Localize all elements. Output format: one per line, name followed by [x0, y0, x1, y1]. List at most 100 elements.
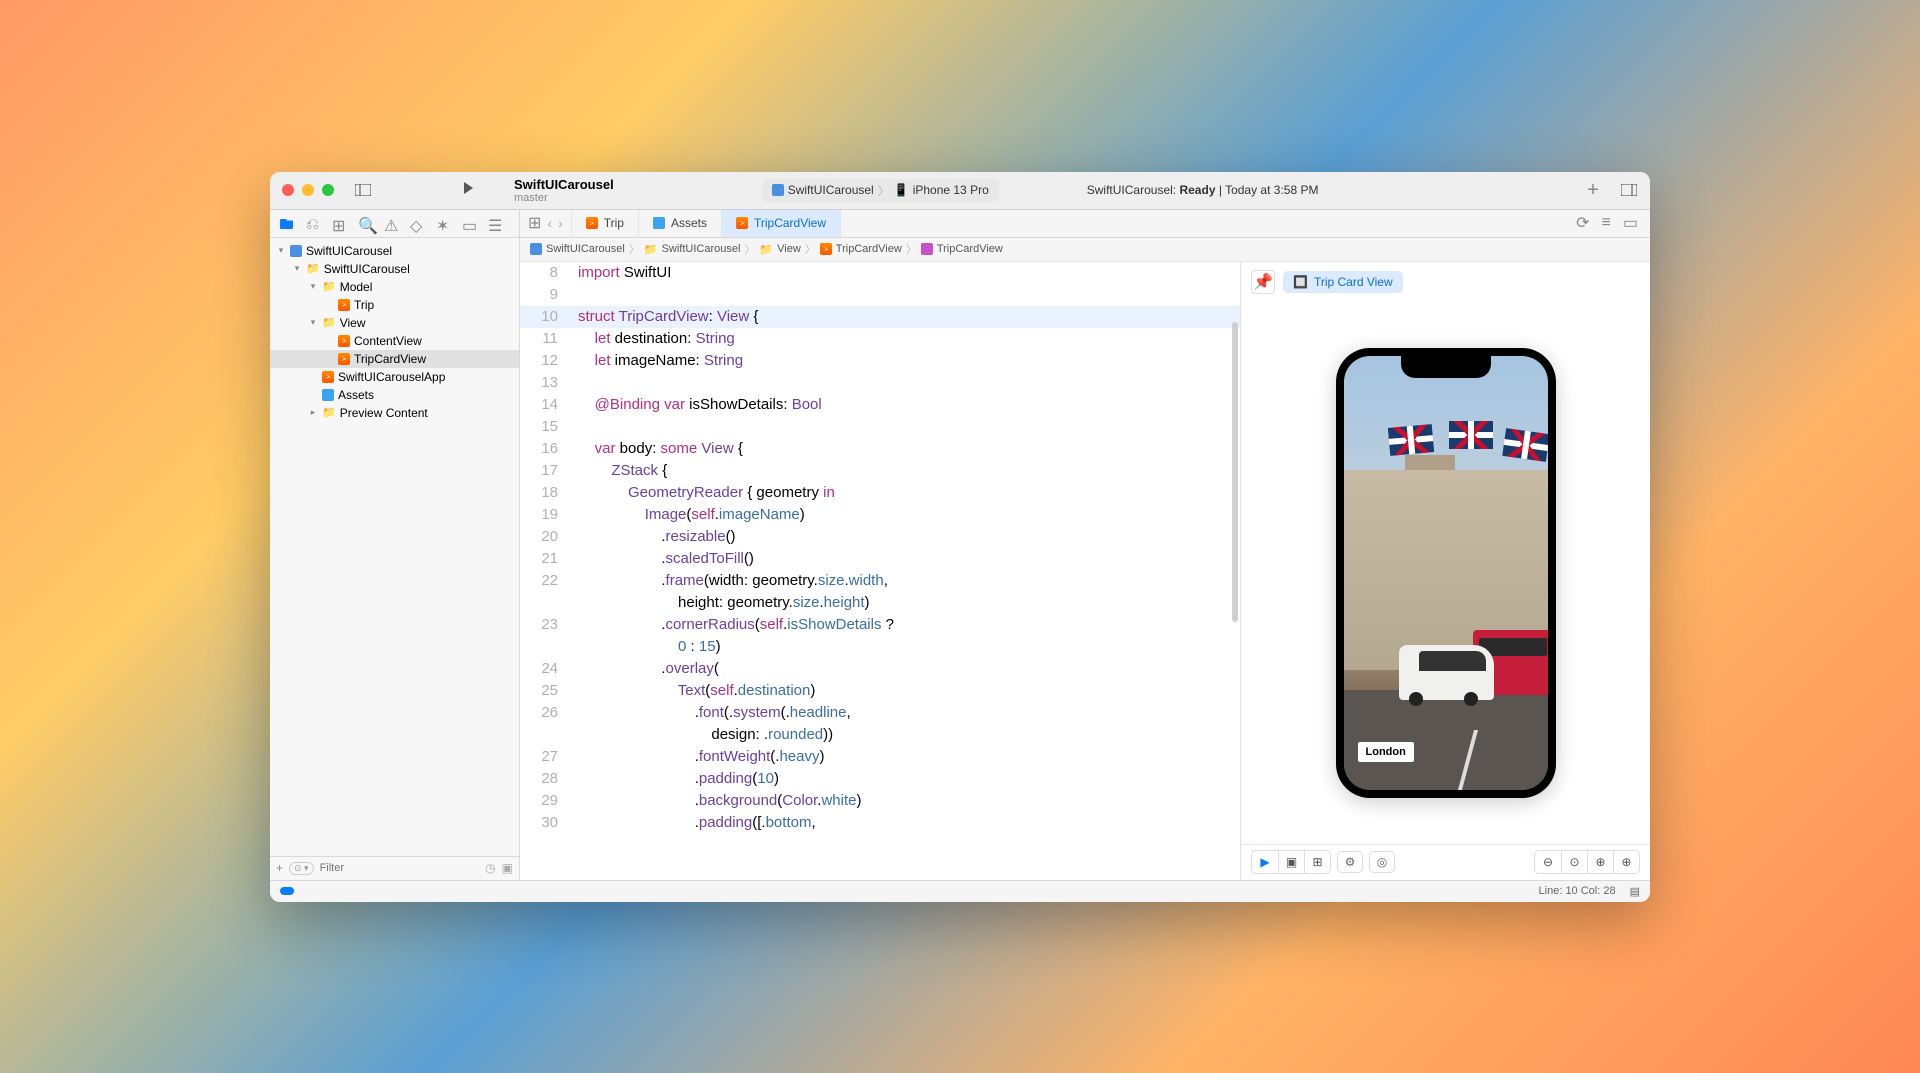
code-content[interactable]: var body: some View {	[570, 438, 743, 460]
live-preview-button[interactable]: ▶	[1252, 851, 1278, 873]
zoom-in-button[interactable]: ⊕	[1613, 851, 1639, 873]
breadcrumb-item[interactable]: View	[777, 243, 801, 255]
tree-item[interactable]: TripCardView	[270, 350, 519, 368]
breadcrumb-item[interactable]: TripCardView	[836, 243, 902, 255]
nav-forward-icon[interactable]: ›	[558, 215, 563, 231]
recent-files-icon[interactable]: ◷	[485, 861, 495, 875]
code-editor[interactable]: 8import SwiftUI910struct TripCardView: V…	[520, 262, 1240, 880]
code-content[interactable]: .fontWeight(.heavy)	[570, 746, 825, 768]
scm-filter-icon[interactable]: ▣	[502, 861, 513, 875]
project-navigator-icon[interactable]	[280, 216, 294, 230]
code-line[interactable]: 20 .resizable()	[520, 526, 1240, 548]
code-line[interactable]: 12 let imageName: String	[520, 350, 1240, 372]
editor-layout-icon[interactable]: ▭	[1623, 213, 1638, 233]
code-line[interactable]: 13	[520, 372, 1240, 394]
code-content[interactable]: .frame(width: geometry.size.width,	[570, 570, 888, 592]
disclosure-icon[interactable]: ▸	[308, 407, 318, 418]
test-navigator-icon[interactable]: ◇	[410, 216, 424, 230]
tree-item[interactable]: Assets	[270, 386, 519, 404]
code-line[interactable]: 25 Text(self.destination)	[520, 680, 1240, 702]
preview-chip[interactable]: 🔲 Trip Card View	[1283, 271, 1403, 293]
code-line[interactable]: 11 let destination: String	[520, 328, 1240, 350]
code-line[interactable]: 24 .overlay(	[520, 658, 1240, 680]
code-content[interactable]: Text(self.destination)	[570, 680, 815, 702]
code-content[interactable]: height: geometry.size.height)	[570, 592, 870, 614]
editor-tab[interactable]: Assets	[639, 210, 722, 237]
breadcrumb[interactable]: SwiftUICarousel 〉 📁 SwiftUICarousel 〉 📁 …	[520, 238, 1650, 262]
zoom-out-button[interactable]: ⊖	[1535, 851, 1561, 873]
preview-canvas[interactable]: London	[1241, 302, 1650, 844]
code-content[interactable]	[570, 416, 595, 438]
editor-adjust-icon[interactable]: ≡	[1602, 214, 1611, 232]
code-line[interactable]: 19 Image(self.imageName)	[520, 504, 1240, 526]
code-content[interactable]: Image(self.imageName)	[570, 504, 805, 526]
minimize-window-button[interactable]	[302, 184, 314, 196]
tree-item[interactable]: ▾📁Model	[270, 278, 519, 296]
tree-item[interactable]: Trip	[270, 296, 519, 314]
debug-navigator-icon[interactable]: ✶	[436, 216, 450, 230]
code-line[interactable]: 14 @Binding var isShowDetails: Bool	[520, 394, 1240, 416]
code-content[interactable]	[570, 284, 578, 306]
code-content[interactable]: .padding(10)	[570, 768, 779, 790]
code-line[interactable]: 28 .padding(10)	[520, 768, 1240, 790]
code-line[interactable]: 17 ZStack {	[520, 460, 1240, 482]
disclosure-icon[interactable]: ▾	[308, 281, 318, 292]
tree-item[interactable]: ▸📁Preview Content	[270, 404, 519, 422]
zoom-window-button[interactable]	[322, 184, 334, 196]
code-line[interactable]: 26 .font(.system(.headline,	[520, 702, 1240, 724]
pin-preview-button[interactable]: 📌	[1251, 270, 1275, 294]
editor-refresh-icon[interactable]: ⟳	[1576, 213, 1589, 233]
disclosure-icon[interactable]: ▾	[308, 317, 318, 328]
zoom-actual-button[interactable]: ⊕	[1587, 851, 1613, 873]
code-content[interactable]: .scaledToFill()	[570, 548, 754, 570]
minimap-toggle-icon[interactable]: ▤	[1630, 885, 1640, 898]
code-content[interactable]: 0 : 15)	[570, 636, 721, 658]
zoom-fit-button[interactable]: ⊙	[1561, 851, 1587, 873]
code-content[interactable]: .padding([.bottom,	[570, 812, 816, 834]
navigator-tree[interactable]: ▾ SwiftUICarousel ▾📁SwiftUICarousel▾📁Mod…	[270, 238, 519, 856]
variant-preview-button[interactable]: ⊞	[1304, 851, 1330, 873]
code-content[interactable]: GeometryReader { geometry in	[570, 482, 835, 504]
preview-settings-button[interactable]: ◎	[1369, 851, 1395, 873]
tree-root[interactable]: ▾ SwiftUICarousel	[270, 242, 519, 260]
sidebar-toggle-icon[interactable]	[354, 181, 372, 199]
code-content[interactable]: let imageName: String	[570, 350, 743, 372]
code-line[interactable]: height: geometry.size.height)	[520, 592, 1240, 614]
breadcrumb-item[interactable]: TripCardView	[937, 243, 1003, 255]
tree-item[interactable]: ▾📁View	[270, 314, 519, 332]
source-control-icon[interactable]: ⎌	[306, 216, 320, 230]
code-content[interactable]: .background(Color.white)	[570, 790, 862, 812]
code-line[interactable]: 15	[520, 416, 1240, 438]
device-settings-button[interactable]: ⚙	[1337, 851, 1363, 873]
code-line[interactable]: 9	[520, 284, 1240, 306]
scheme-selector[interactable]: SwiftUICarousel 〉 📱 iPhone 13 Pro	[762, 179, 999, 202]
close-window-button[interactable]	[282, 184, 294, 196]
tree-item[interactable]: ContentView	[270, 332, 519, 350]
navigator-filter-input[interactable]	[320, 862, 480, 874]
code-line[interactable]: 8import SwiftUI	[520, 262, 1240, 284]
breadcrumb-item[interactable]: SwiftUICarousel	[546, 243, 625, 255]
library-icon[interactable]	[1620, 181, 1638, 199]
symbol-navigator-icon[interactable]: ⊞	[332, 216, 346, 230]
code-line[interactable]: 29 .background(Color.white)	[520, 790, 1240, 812]
filter-scope-pill[interactable]: ⊙ ▾	[289, 862, 314, 875]
code-line[interactable]: 16 var body: some View {	[520, 438, 1240, 460]
find-navigator-icon[interactable]: 🔍	[358, 216, 372, 230]
add-file-icon[interactable]: +	[276, 861, 283, 875]
code-content[interactable]: struct TripCardView: View {	[570, 306, 758, 328]
code-content[interactable]: let destination: String	[570, 328, 735, 350]
issue-navigator-icon[interactable]: ⚠	[384, 216, 398, 230]
report-navigator-icon[interactable]: ☰	[488, 216, 502, 230]
code-content[interactable]: .resizable()	[570, 526, 736, 548]
code-line[interactable]: 30 .padding([.bottom,	[520, 812, 1240, 834]
run-button[interactable]	[460, 180, 476, 201]
code-line[interactable]: 10struct TripCardView: View {	[520, 306, 1240, 328]
status-indicator[interactable]	[280, 887, 294, 895]
editor-tab[interactable]: Trip	[572, 210, 639, 237]
nav-back-icon[interactable]: ‹	[547, 215, 552, 231]
selectable-preview-button[interactable]: ▣	[1278, 851, 1304, 873]
code-content[interactable]: @Binding var isShowDetails: Bool	[570, 394, 822, 416]
code-content[interactable]: ZStack {	[570, 460, 667, 482]
tree-item[interactable]: ▾📁SwiftUICarousel	[270, 260, 519, 278]
code-line[interactable]: design: .rounded))	[520, 724, 1240, 746]
